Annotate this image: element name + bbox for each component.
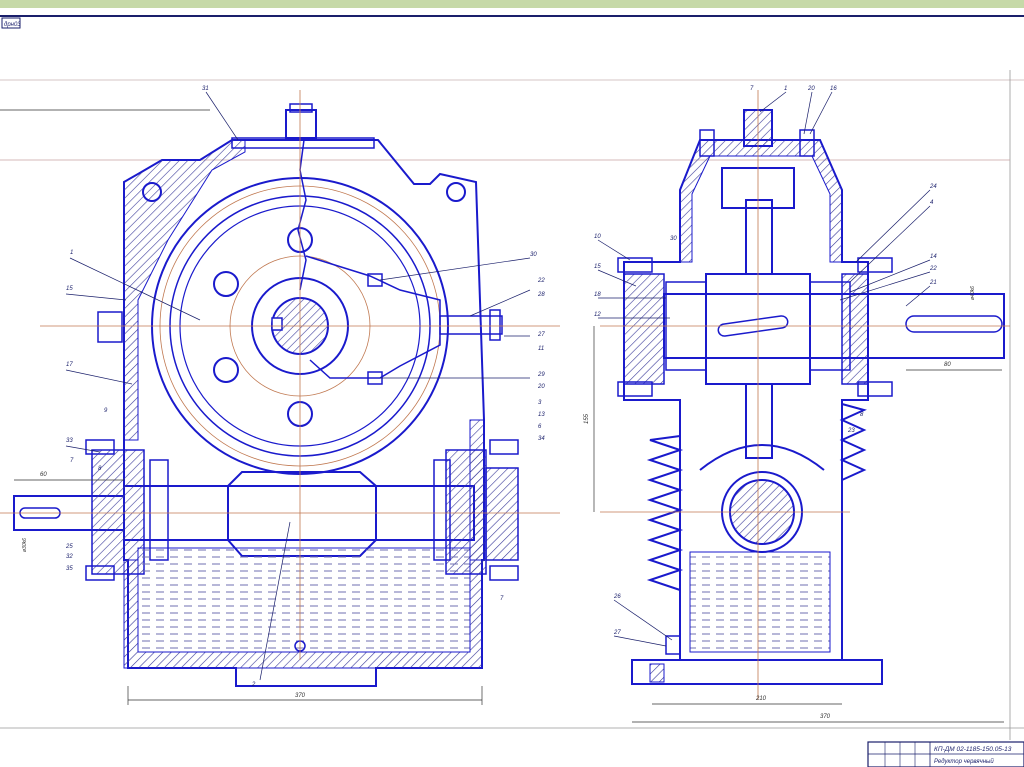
label-11: 11 [538,346,544,352]
side-label-23: 23 [847,428,855,434]
side-label-20: 20 [807,86,815,92]
label-17: 17 [66,362,73,368]
side-bearing-cap-right [841,273,869,385]
side-label-27: 27 [613,630,621,636]
side-label-15: 15 [594,264,601,270]
label-33: 33 [66,438,73,444]
key-slot [271,317,283,331]
label-20: 20 [537,384,545,390]
spacer [149,459,169,561]
dim-input-diameter: ø30k6 [22,538,28,552]
label-27: 27 [537,332,545,338]
dim-output-length: 80 [944,362,951,368]
side-bearing-cap-left [623,273,665,385]
label-30: 30 [530,252,537,258]
side-label-18: 18 [594,292,601,298]
side-base [631,659,883,685]
top-band [0,0,1024,8]
title-block: КП-ДМ 02-1185-150.05-13 Редуктор червячн… [867,741,1024,767]
side-label-1: 1 [784,86,787,92]
end-cap [485,467,519,561]
label-7b: 7 [500,596,504,602]
dim-base: 210 [755,696,767,702]
cooling-fins [646,435,684,591]
side-label-16: 16 [830,86,837,92]
label-25: 25 [65,544,73,550]
title-name: Редуктор червячный [934,758,994,765]
worm [227,471,377,557]
side-label-14: 14 [930,254,937,260]
dim-center-distance: 155 [584,413,590,424]
dim-overall: 370 [820,714,831,720]
dim-input-length: 60 [40,472,47,478]
gearbox-assembly-drawing: дрн03 370 60 ø30k6 31 1 15 17 33 7 25 32… [0,0,1024,767]
oil-bath [137,547,471,653]
side-view: 155 210 370 80 ø40k6 1 20 16 10 15 18 12… [584,86,1010,723]
vent-plug [285,109,317,139]
flange-bolt [489,565,519,581]
side-label-4: 4 [930,200,934,206]
mounting-hole [446,182,466,202]
dim-output-diameter: ø40k6 [970,286,976,300]
label-32: 32 [66,554,73,560]
side-label-30: 30 [670,236,677,242]
dim-overall-width: 370 [295,693,306,699]
break-line [297,139,307,291]
label-28: 28 [537,292,545,298]
adjust-screw [439,315,503,335]
side-label-22: 22 [929,266,937,272]
side-label-8: 8 [860,412,864,418]
corner-tag: дрн03 [4,22,21,28]
label-1: 1 [70,250,73,256]
nut [489,309,501,341]
drain-bolt [665,635,681,655]
flange-bolt [489,439,519,455]
label-7: 7 [70,458,74,464]
label-2: 2 [251,682,256,688]
side-oil-bath [689,551,831,653]
label-34: 34 [538,436,545,442]
title-doc-code: КП-ДМ 02-1185-150.05-13 [934,746,1012,753]
output-keyway [905,315,1003,333]
label-35: 35 [66,566,73,572]
wheel-hole [213,271,239,297]
side-bolt [97,311,123,343]
side-label-21: 21 [929,280,937,286]
side-base-slot [649,663,665,683]
label-9: 9 [104,408,108,414]
label-3: 3 [538,400,542,406]
side-label-12: 12 [594,312,601,318]
wheel-web [745,199,773,275]
housing-wall-hatch [123,139,246,441]
side-label-10: 10 [594,234,601,240]
side-label-7: 7 [750,86,754,92]
side-label-24: 24 [929,184,937,190]
wheel-hole [213,357,239,383]
label-15: 15 [66,286,73,292]
label-31: 31 [202,86,209,92]
label-6: 6 [538,424,542,430]
label-13: 13 [538,412,545,418]
side-label-26: 26 [613,594,621,600]
label-29: 29 [537,372,545,378]
label-22: 22 [537,278,545,284]
